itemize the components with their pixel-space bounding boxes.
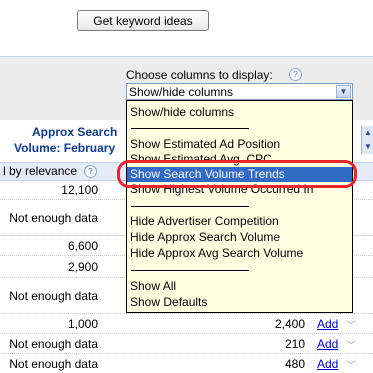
help-icon[interactable]: ? <box>289 68 302 81</box>
search-volume-cell: Not enough data <box>9 289 98 303</box>
option-hide-advertiser-competition[interactable]: Hide Advertiser Competition <box>127 214 352 229</box>
option-hide-approx-search-volume[interactable]: Hide Approx Search Volume <box>127 230 352 245</box>
separator <box>131 128 249 129</box>
avg-search-volume-cell: 480 <box>284 357 305 371</box>
get-keyword-ideas-button[interactable]: Get keyword ideas <box>77 10 209 31</box>
sort-up-icon[interactable]: ▲ <box>361 126 373 140</box>
option-show-estimated-ad-position[interactable]: Show Estimated Ad Position <box>127 137 352 152</box>
avg-search-volume-cell: 210 <box>284 337 305 351</box>
approx-search-volume-header[interactable]: Approx Search <box>32 125 117 139</box>
option-show-defaults[interactable]: Show Defaults <box>127 295 352 310</box>
chevron-down-icon[interactable]: ▼ <box>336 85 351 98</box>
table-row: Not enough data 210 Add ﹀ <box>0 334 373 354</box>
columns-select-value: Show/hide columns <box>129 85 234 99</box>
double-chevron-down-icon[interactable]: ﹀ <box>346 317 356 332</box>
approx-search-volume-header-line2[interactable]: Volume: February <box>14 141 115 155</box>
highlight-annotation <box>117 160 357 188</box>
add-keyword-link[interactable]: Add <box>317 357 338 371</box>
search-volume-cell: 2,900 <box>67 260 98 274</box>
help-icon[interactable]: ? <box>84 165 97 178</box>
option-hide-approx-avg-search-volume[interactable]: Hide Approx Avg Search Volume <box>127 246 352 261</box>
sort-by-relevance-label: l by relevance <box>3 164 78 178</box>
search-volume-cell: Not enough data <box>9 211 98 225</box>
add-keyword-link[interactable]: Add <box>317 317 338 331</box>
choose-columns-label: Choose columns to display: <box>126 68 273 82</box>
table-row: 1,000 2,400 Add ﹀ <box>0 314 373 334</box>
search-volume-cell: Not enough data <box>9 337 98 351</box>
option-show-hide-columns[interactable]: Show/hide columns <box>127 105 352 120</box>
table-row: Not enough data 480 Add ﹀ <box>0 354 373 373</box>
search-volume-cell: 6,600 <box>67 239 98 253</box>
double-chevron-down-icon[interactable]: ﹀ <box>346 357 356 372</box>
search-volume-cell: Not enough data <box>9 357 98 371</box>
add-keyword-link[interactable]: Add <box>317 337 338 351</box>
separator <box>131 206 249 207</box>
sort-down-icon[interactable]: ▼ <box>361 140 373 154</box>
columns-dropdown-list: Show/hide columns Show Estimated Ad Posi… <box>126 100 353 313</box>
separator <box>131 270 249 271</box>
columns-select[interactable]: Show/hide columns ▼ <box>126 83 353 100</box>
option-show-all[interactable]: Show All <box>127 279 352 294</box>
avg-search-volume-cell: 2,400 <box>274 317 305 331</box>
double-chevron-down-icon[interactable]: ﹀ <box>346 337 356 352</box>
search-volume-cell: 1,000 <box>67 317 98 331</box>
search-volume-cell: 12,100 <box>61 183 98 197</box>
